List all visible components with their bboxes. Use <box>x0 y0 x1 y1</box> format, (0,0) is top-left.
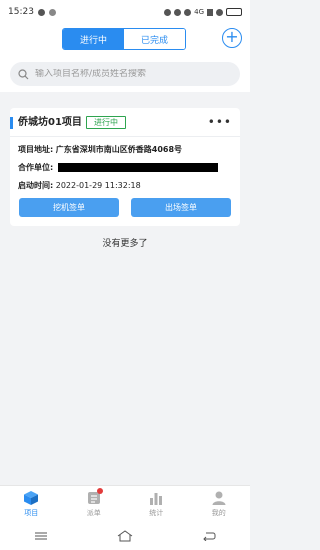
excavator-sign-button[interactable]: 挖机签单 <box>19 198 119 217</box>
tab-projects[interactable]: 项目 <box>0 486 63 522</box>
partner-row: 合作单位: <box>18 162 218 174</box>
address-value: 广东省深圳市南山区侨香路4068号 <box>55 145 183 154</box>
vibrate-icon <box>174 8 182 16</box>
start-time-value: 2022-01-29 11:32:18 <box>55 181 141 190</box>
address-label: 项目地址: <box>18 145 54 154</box>
no-more-text: 没有更多了 <box>102 239 148 249</box>
bottom-tab-bar: 项目 派单 统计 我的 <box>0 485 250 522</box>
tab-statistics-label: 统计 <box>149 509 164 517</box>
partner-label: 合作单位: <box>18 163 54 172</box>
status-badge: 进行中 <box>86 116 126 129</box>
network-type: 4G <box>194 8 204 16</box>
card-header: 侨城坊01项目 进行中 ••• <box>10 115 240 131</box>
card-accent-bar <box>10 117 13 129</box>
address-row: 项目地址: 广东省深圳市南山区侨香路4068号 <box>18 144 182 156</box>
bar-chart-icon <box>150 493 163 505</box>
app-screen: { "status_bar": { "time": "15:23", "netw… <box>0 0 250 550</box>
header: 进行中 已完成 + <box>0 24 250 56</box>
dispatch-badge-dot <box>96 488 103 494</box>
tab-statistics[interactable]: 统计 <box>125 486 188 522</box>
status-left: 15:23 <box>8 7 56 17</box>
status-time: 15:23 <box>8 7 34 17</box>
back-icon[interactable] <box>202 531 216 541</box>
cube-icon <box>24 491 39 505</box>
status-segmented-control: 进行中 已完成 <box>62 28 186 50</box>
plus-icon: + <box>225 27 239 46</box>
tab-completed[interactable]: 已完成 <box>124 29 185 49</box>
project-title: 侨城坊01项目 <box>18 117 82 128</box>
tab-dispatch[interactable]: 派单 <box>63 486 126 522</box>
search-input[interactable] <box>35 69 225 79</box>
message-icon <box>37 8 45 16</box>
add-project-button[interactable]: + <box>222 28 242 48</box>
notification-icon <box>48 8 56 16</box>
tab-projects-label: 项目 <box>24 509 39 517</box>
exit-sign-button[interactable]: 出场签单 <box>131 198 231 217</box>
menu-icon[interactable] <box>34 531 48 541</box>
tab-mine-label: 我的 <box>211 509 226 517</box>
nfc-icon <box>184 8 192 16</box>
project-card[interactable]: 侨城坊01项目 进行中 ••• 项目地址: 广东省深圳市南山区侨香路4068号 … <box>10 108 240 226</box>
search-box <box>10 62 240 86</box>
search-icon <box>18 68 29 79</box>
user-icon <box>212 491 226 505</box>
battery-icon <box>226 8 242 16</box>
signal-icon <box>207 8 213 16</box>
more-options-icon[interactable]: ••• <box>208 115 232 129</box>
start-time-label: 启动时间: <box>18 181 54 190</box>
partner-redacted <box>57 163 218 172</box>
start-time-row: 启动时间: 2022-01-29 11:32:18 <box>18 180 141 192</box>
card-divider <box>10 136 240 137</box>
tab-dispatch-label: 派单 <box>86 509 101 517</box>
alarm-icon <box>164 8 172 16</box>
wifi-icon <box>216 8 223 16</box>
home-icon[interactable] <box>117 530 133 542</box>
tab-in-progress[interactable]: 进行中 <box>63 29 124 49</box>
search-bar <box>0 56 250 92</box>
status-right: 4G <box>164 8 242 16</box>
system-navigation-bar <box>0 522 250 550</box>
status-bar: 15:23 4G <box>0 0 250 24</box>
tab-mine[interactable]: 我的 <box>188 486 251 522</box>
